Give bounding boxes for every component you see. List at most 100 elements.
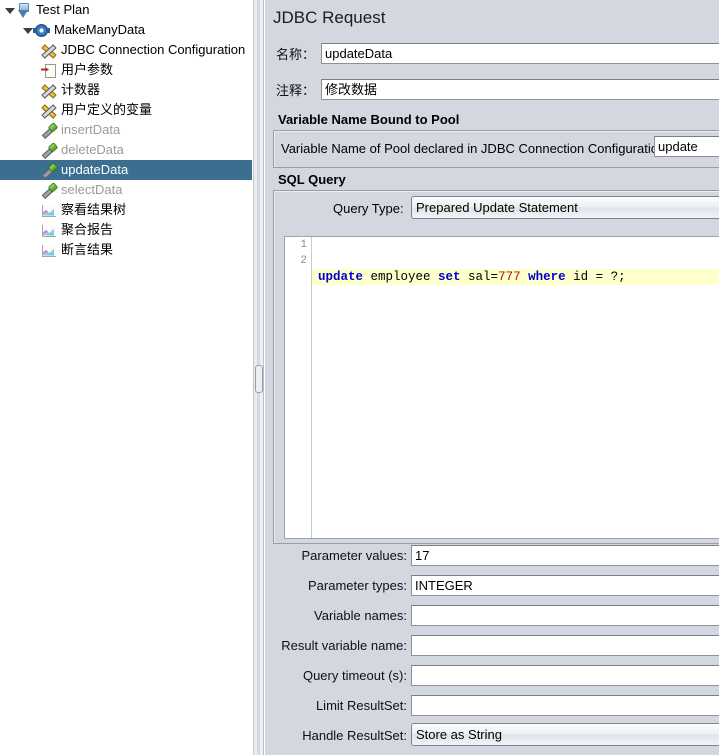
name-input[interactable]: updateData — [321, 43, 719, 64]
editor-line-numbers: 12 — [285, 237, 312, 538]
param-input-3[interactable] — [411, 635, 719, 656]
listener-icon — [40, 242, 57, 259]
param-label-6: Handle ResultSet: — [302, 728, 407, 743]
panel-splitter[interactable] — [252, 0, 265, 755]
user-parameters-icon — [40, 62, 57, 79]
tree-item-JDBC Connection Configuration[interactable]: JDBC Connection Configuration — [0, 40, 252, 60]
tree-item-label: 察看结果树 — [61, 202, 127, 217]
tree-item-label: 计数器 — [61, 82, 101, 97]
tree-item-MakeManyData[interactable]: MakeManyData — [0, 20, 252, 40]
config-element-icon — [40, 42, 57, 59]
tree-item-label: updateData — [61, 162, 129, 177]
pool-panel-title: Variable Name Bound to Pool — [278, 112, 460, 127]
sql-query-editor[interactable]: 12 update employee set sal=777 where id … — [284, 236, 719, 539]
tree-item-label: 断言结果 — [61, 242, 114, 257]
page-title: JDBC Request — [273, 8, 386, 27]
comment-input[interactable]: 修改数据 — [321, 79, 719, 100]
tree-item-label: 聚合报告 — [61, 222, 114, 237]
line-number: 2 — [300, 255, 307, 267]
tree-item-updateData[interactable]: updateData — [0, 160, 252, 180]
param-label-0: Parameter values: — [301, 548, 408, 563]
sql-token: update — [318, 270, 364, 284]
config-element-icon — [40, 102, 57, 119]
pool-field-label: Variable Name of Pool declared in JDBC C… — [281, 141, 669, 156]
tree-item-label: MakeManyData — [54, 22, 146, 37]
tree-item-selectData[interactable]: selectData — [0, 180, 252, 200]
param-input-1[interactable]: INTEGER — [411, 575, 719, 596]
sql-token: 777 — [498, 270, 521, 284]
tree-item-label: deleteData — [61, 142, 124, 157]
chevron-down-icon[interactable] — [4, 5, 15, 16]
handle-resultset-select[interactable]: Store as String — [411, 723, 719, 746]
query-type-label: Query Type: — [333, 201, 404, 216]
comment-row: 注释： 修改数据 — [271, 79, 719, 100]
param-label-3: Result variable name: — [281, 638, 407, 653]
jdbc-sampler-icon — [40, 122, 57, 139]
jdbc-request-panel: JDBC Request 名称： updateData 注释： 修改数据 Var… — [265, 0, 719, 755]
sql-panel-title: SQL Query — [278, 172, 346, 187]
tree-item-聚合报告[interactable]: 聚合报告 — [0, 220, 252, 240]
param-label-2: Variable names: — [314, 608, 407, 623]
test-plan-tree[interactable]: Test Plan MakeManyData JDBC Connection Con… — [0, 0, 252, 755]
jdbc-sampler-icon — [40, 162, 57, 179]
sql-code-text[interactable]: update employee set sal=777 where id = ?… — [312, 237, 719, 365]
line-number: 1 — [300, 239, 307, 251]
pool-name-input[interactable]: update — [654, 136, 719, 157]
sql-token: sal= — [460, 270, 499, 284]
tree-item-用户参数[interactable]: 用户参数 — [0, 60, 252, 80]
tree-item-用户定义的变量[interactable]: 用户定义的变量 — [0, 100, 252, 120]
config-element-icon — [40, 82, 57, 99]
tree-item-insertData[interactable]: insertData — [0, 120, 252, 140]
comment-label: 注释： — [275, 83, 315, 98]
param-input-0[interactable]: 17 — [411, 545, 719, 566]
jdbc-sampler-icon — [40, 182, 57, 199]
param-label-4: Query timeout (s): — [302, 668, 407, 683]
param-input-2[interactable] — [411, 605, 719, 626]
sql-token: set — [438, 270, 461, 284]
jdbc-sampler-icon — [40, 142, 57, 159]
name-row: 名称： updateData — [271, 43, 719, 64]
tree-item-断言结果[interactable]: 断言结果 — [0, 240, 252, 260]
tree-item-label: selectData — [61, 182, 123, 197]
param-input-4[interactable] — [411, 665, 719, 686]
param-label-5: Limit ResultSet: — [315, 698, 407, 713]
query-type-select[interactable]: Prepared Update Statement — [411, 196, 719, 219]
tree-item-label: 用户参数 — [61, 62, 114, 77]
param-input-5[interactable] — [411, 695, 719, 716]
sql-token: id = ?; — [565, 270, 626, 284]
splitter-grip[interactable] — [255, 365, 263, 393]
tree-item-察看结果树[interactable]: 察看结果树 — [0, 200, 252, 220]
tree-item-label: 用户定义的变量 — [61, 102, 153, 117]
code-line-1: update employee set sal=777 where id = ?… — [312, 269, 719, 285]
thread-group-gear-icon — [33, 22, 50, 39]
jmeter-window: Test Plan MakeManyData JDBC Connection Con… — [0, 0, 719, 755]
tree-item-Test Plan[interactable]: Test Plan — [0, 0, 252, 20]
tree-item-计数器[interactable]: 计数器 — [0, 80, 252, 100]
tree-item-label: Test Plan — [36, 2, 90, 17]
tree-item-deleteData[interactable]: deleteData — [0, 140, 252, 160]
name-label: 名称： — [275, 47, 315, 62]
chevron-down-icon[interactable] — [22, 25, 33, 36]
sql-token: where — [528, 270, 566, 284]
